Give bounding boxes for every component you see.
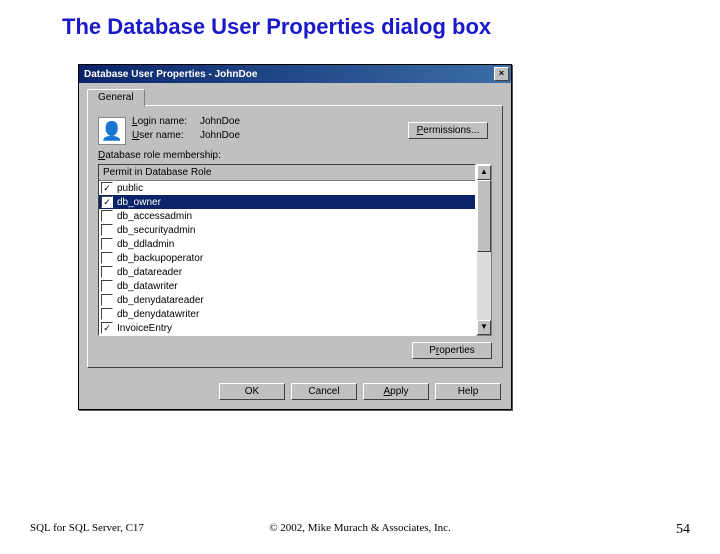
scroll-thumb[interactable] <box>477 180 491 252</box>
scroll-up-icon[interactable]: ▲ <box>477 165 491 180</box>
list-item[interactable]: InvoiceEntry <box>99 321 475 335</box>
role-name: db_denydatareader <box>117 295 204 306</box>
tabstrip: General <box>87 89 503 106</box>
scroll-down-icon[interactable]: ▼ <box>477 320 491 335</box>
role-listbox[interactable]: Permit in Database Role public db_ownerdb… <box>98 164 476 336</box>
user-name-value: JohnDoe <box>200 130 408 141</box>
properties-button[interactable]: Properties <box>412 342 492 359</box>
list-item[interactable]: db_denydatareader <box>99 293 475 307</box>
role-checkbox[interactable] <box>101 280 113 292</box>
role-name: db_ddladmin <box>117 239 174 250</box>
footer-page: 54 <box>470 522 690 538</box>
dialog-window: Database User Properties - JohnDoe × Gen… <box>78 64 512 410</box>
permissions-button[interactable]: Permissions... <box>408 122 488 139</box>
user-icon: 👤 <box>98 117 124 143</box>
help-button[interactable]: Help <box>435 383 501 400</box>
membership-label: Database role membership: <box>98 150 492 161</box>
role-checkbox[interactable] <box>101 210 113 222</box>
list-item[interactable]: db_datareader <box>99 265 475 279</box>
tab-general[interactable]: General <box>87 89 145 106</box>
login-name-value: JohnDoe <box>200 116 408 127</box>
role-name: db_datawriter <box>117 281 178 292</box>
footer-left: SQL for SQL Server, C17 <box>30 522 250 538</box>
role-checkbox[interactable] <box>101 294 113 306</box>
role-checkbox[interactable] <box>101 252 113 264</box>
slide-title: The Database User Properties dialog box <box>62 14 720 40</box>
role-checkbox[interactable] <box>101 196 113 208</box>
role-checkbox[interactable] <box>101 322 113 334</box>
titlebar: Database User Properties - JohnDoe × <box>79 65 511 83</box>
scrollbar[interactable]: ▲ ▼ <box>476 164 492 336</box>
ok-button[interactable]: OK <box>219 383 285 400</box>
list-item[interactable]: db_owner <box>99 195 475 209</box>
list-item[interactable]: db_denydatawriter <box>99 307 475 321</box>
role-checkbox[interactable] <box>101 266 113 278</box>
role-name: db_accessadmin <box>117 211 192 222</box>
apply-button[interactable]: Apply <box>363 383 429 400</box>
role-checkbox[interactable] <box>101 224 113 236</box>
list-item[interactable]: public <box>99 181 475 195</box>
list-item[interactable]: db_ddladmin <box>99 237 475 251</box>
tab-panel: 👤 Login name: JohnDoe User name: JohnDoe… <box>87 105 503 368</box>
role-checkbox[interactable] <box>101 182 113 194</box>
list-header: Permit in Database Role <box>99 165 475 181</box>
dialog-button-row: OK Cancel Apply Help <box>79 376 511 409</box>
login-name-label: Login name: <box>132 116 200 127</box>
user-name-label: User name: <box>132 130 200 141</box>
role-checkbox[interactable] <box>101 238 113 250</box>
footer-center: © 2002, Mike Murach & Associates, Inc. <box>250 522 470 538</box>
list-item[interactable]: db_securityadmin <box>99 223 475 237</box>
list-item[interactable]: db_accessadmin <box>99 209 475 223</box>
role-name: public <box>117 183 143 194</box>
role-name: db_denydatawriter <box>117 309 199 320</box>
role-name: db_backupoperator <box>117 253 203 264</box>
slide-footer: SQL for SQL Server, C17 © 2002, Mike Mur… <box>30 522 690 538</box>
role-name: db_owner <box>117 197 161 208</box>
role-name: db_datareader <box>117 267 182 278</box>
role-name: db_securityadmin <box>117 225 195 236</box>
list-item[interactable]: db_backupoperator <box>99 251 475 265</box>
cancel-button[interactable]: Cancel <box>291 383 357 400</box>
scroll-track[interactable] <box>477 180 491 320</box>
window-title: Database User Properties - JohnDoe <box>84 69 494 80</box>
list-item[interactable]: db_datawriter <box>99 279 475 293</box>
role-name: InvoiceEntry <box>117 323 172 334</box>
close-icon[interactable]: × <box>494 67 509 81</box>
role-checkbox[interactable] <box>101 308 113 320</box>
